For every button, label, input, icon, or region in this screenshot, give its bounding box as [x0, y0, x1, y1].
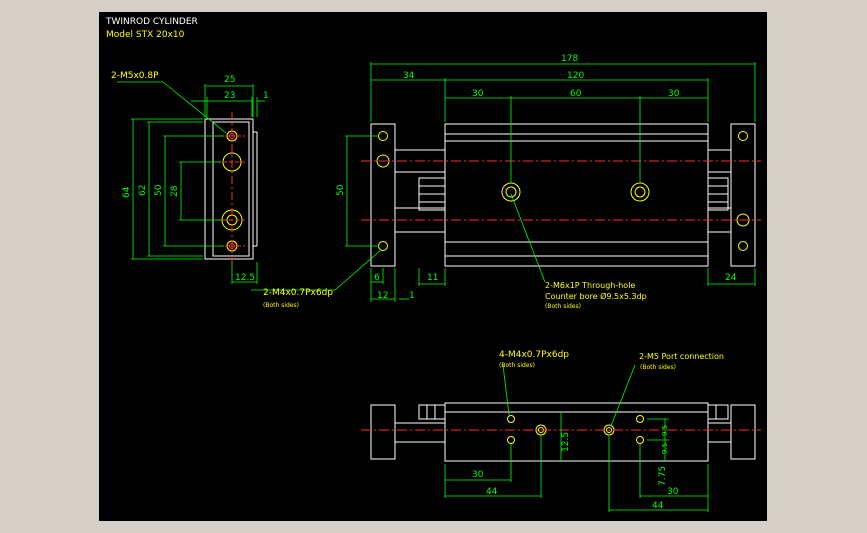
dim-front-12: 12: [377, 291, 388, 301]
dim-front-30a: 30: [472, 89, 484, 99]
callout-bottom-m5-note: (Both sides): [640, 364, 676, 371]
dim-bottom-9-5b: 9.5: [661, 443, 669, 454]
front-counterbore-right: [630, 182, 650, 202]
side-view: [204, 112, 258, 267]
dim-front-30b: 30: [668, 89, 680, 99]
callout-bottom-m5: 2-M5 Port connection: [639, 352, 724, 361]
dim-bottom-44a: 44: [486, 487, 498, 497]
callout-front-counterbore: Counter bore Ø9.5x5.3dp: [545, 291, 647, 301]
side-view-labels: 25 23 1 64 62 50 28 12.5 2-M5x0.8P: [111, 71, 269, 283]
front-counterbore-left: [501, 182, 521, 202]
dim-side-62: 62: [138, 185, 148, 196]
drawing-svg: TWINROD CYLINDER Model STX 20x10 25 23 1…: [105, 17, 761, 512]
dim-side-23: 23: [224, 91, 235, 101]
dim-front-50: 50: [336, 184, 346, 196]
dim-side-50: 50: [154, 184, 164, 196]
bottom-hole-3: [636, 415, 644, 423]
front-hole-lt: [378, 131, 388, 141]
dim-bottom-9-5a: 9.5: [661, 425, 669, 436]
callout-bottom-m4-note: (Both sides): [499, 362, 535, 369]
side-body-inner: [212, 121, 250, 257]
bottom-hole-2: [507, 436, 515, 444]
dim-side-25: 25: [224, 75, 235, 85]
callout-front-m4-note: (Both sides): [263, 302, 299, 309]
dim-front-178: 178: [561, 54, 578, 64]
drawing-title: TWINROD CYLINDER: [105, 17, 198, 27]
dim-front-34: 34: [403, 71, 415, 81]
front-view: [370, 123, 756, 267]
drawing-canvas[interactable]: TWINROD CYLINDER Model STX 20x10 25 23 1…: [99, 12, 767, 521]
dim-front-11: 11: [427, 273, 438, 283]
dim-front-1: 1: [409, 291, 415, 301]
bottom-hole-4: [636, 436, 644, 444]
dim-front-60: 60: [570, 89, 582, 99]
cad-viewport: TWINROD CYLINDER Model STX 20x10 25 23 1…: [0, 0, 867, 533]
front-hole-lb: [378, 241, 388, 251]
dim-bottom-30a: 30: [472, 470, 484, 480]
callout-bottom-m4: 4-M4x0.7Px6dp: [499, 350, 569, 360]
side-view-dimensions: [117, 81, 265, 284]
drawing-model: Model STX 20x10: [106, 30, 185, 40]
dim-bottom-12-5: 12.5: [561, 432, 571, 452]
bottom-right-plate: [730, 404, 756, 460]
front-view-holes: [376, 131, 750, 251]
front-hole-rt: [738, 131, 748, 141]
dim-bottom-30b: 30: [667, 487, 679, 497]
front-view-labels: 178 34 120 30 60 30 50 6 11 12 1 24 2-M4…: [263, 54, 737, 310]
callout-front-m6-note: (Both sides): [545, 303, 581, 310]
front-centerlines: [361, 160, 761, 221]
front-main-body: [444, 123, 709, 267]
dim-bottom-7-75: 7.75: [658, 466, 668, 486]
dim-bottom-44b: 44: [652, 501, 664, 511]
bottom-hole-1: [507, 415, 515, 423]
callout-front-m4: 2-M4x0.7Px6dp: [263, 288, 333, 298]
dim-side-28: 28: [170, 185, 180, 197]
dim-side-1: 1: [263, 91, 269, 101]
dim-front-6: 6: [374, 273, 380, 283]
front-right-plate: [730, 123, 756, 267]
callout-side-m5: 2-M5x0.8P: [111, 71, 159, 81]
dim-front-120: 120: [567, 71, 584, 81]
bottom-left-plate: [370, 404, 396, 460]
dim-front-24: 24: [725, 273, 737, 283]
dim-side-64: 64: [122, 186, 132, 198]
front-left-plate: [370, 123, 396, 267]
dim-side-12-5: 12.5: [235, 273, 255, 283]
callout-front-m6: 2-M6x1P Through-hole: [545, 281, 635, 290]
front-hole-rb: [738, 241, 748, 251]
